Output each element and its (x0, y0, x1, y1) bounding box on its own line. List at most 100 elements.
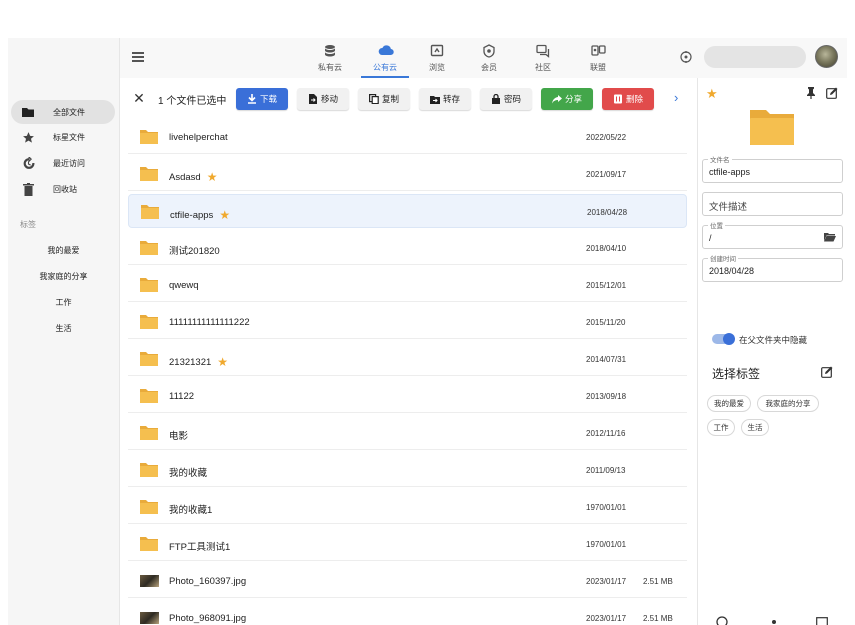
file-row[interactable]: 我的收藏1 1970/01/01 (128, 490, 687, 524)
sidebar-item-starred[interactable]: 标星文件 (11, 125, 115, 149)
tag-chip[interactable]: 生活 (741, 419, 769, 436)
filename-field[interactable]: 文件名 ctfile-apps (702, 154, 843, 183)
browse-icon (430, 44, 444, 58)
sidebar-item-recent[interactable]: 最近访问 (11, 151, 115, 175)
file-row[interactable]: 21321321 ★ 2014/07/31 (128, 342, 687, 376)
comment-icon[interactable] (816, 617, 828, 625)
chevron-right-icon[interactable]: › (674, 91, 684, 104)
file-date: 2021/09/17 (586, 170, 627, 179)
share-icon (551, 95, 562, 104)
folder-icon (21, 105, 35, 119)
sidebar-item-label: 最近访问 (53, 159, 85, 168)
folder-icon (140, 351, 158, 366)
description-field[interactable]: 文件描述 (702, 192, 843, 216)
file-row[interactable]: Asdasd ★ 2021/09/17 (128, 157, 687, 191)
tab-membership[interactable]: 会员 (469, 42, 509, 78)
file-row[interactable]: 我的收藏 2011/09/13 (128, 453, 687, 487)
copy-button[interactable]: 复制 (358, 88, 410, 110)
sync-icon[interactable] (679, 50, 693, 64)
file-date: 2014/07/31 (586, 355, 627, 364)
close-icon[interactable]: ✕ (132, 91, 146, 105)
tab-browse[interactable]: 浏览 (417, 42, 457, 78)
cloud-icon (378, 44, 394, 58)
file-name: 11111111111111222 (169, 317, 250, 328)
file-row[interactable]: Photo_160397.jpg 2023/01/17 2.51 MB (128, 564, 687, 598)
file-date: 2018/04/10 (586, 244, 627, 253)
file-row[interactable]: Photo_968091.jpg 2023/01/17 2.51 MB (128, 601, 687, 625)
file-name-text: livehelperchat (169, 132, 228, 143)
download-icon (247, 94, 256, 104)
tag-chip[interactable]: 我家庭的分享 (757, 395, 819, 412)
file-row[interactable]: livehelperchat 2022/05/22 (128, 120, 687, 154)
file-name: Asdasd ★ (169, 169, 218, 184)
database-icon (323, 44, 337, 58)
star-icon: ★ (206, 170, 218, 184)
file-row[interactable]: qwewq 2015/12/01 (128, 268, 687, 302)
delete-button[interactable]: 删除 (602, 88, 654, 110)
file-date: 2011/09/13 (586, 466, 626, 475)
file-row[interactable]: 11122 2013/09/18 (128, 379, 687, 413)
password-button[interactable]: 密码 (480, 88, 532, 110)
sidebar-item-all-files[interactable]: 全部文件 (11, 100, 115, 124)
sidebar-tag[interactable]: 我的最爱 (8, 245, 119, 256)
lock-icon (491, 94, 500, 104)
folder-icon (140, 129, 158, 144)
menu-icon[interactable] (132, 52, 144, 62)
folder-preview-icon (749, 108, 795, 146)
file-date: 1970/01/01 (586, 503, 627, 512)
tab-label: 私有云 (318, 63, 342, 72)
tab-community[interactable]: 社区 (523, 42, 563, 78)
copy-icon (368, 94, 379, 104)
avatar[interactable] (815, 45, 838, 68)
sidebar-item-label: 回收站 (53, 185, 77, 194)
tab-alliance[interactable]: 联盟 (578, 42, 618, 78)
tag-chip[interactable]: 工作 (707, 419, 735, 436)
sidebar-tag[interactable]: 工作 (8, 297, 119, 308)
file-name: 电影 (169, 428, 188, 442)
edit-tags-icon[interactable] (821, 366, 833, 378)
dot-icon[interactable] (771, 619, 777, 625)
button-label: 下载 (259, 94, 277, 104)
file-name-text: FTP工具测试1 (169, 542, 231, 553)
hide-in-parent-toggle[interactable] (712, 333, 735, 345)
file-name-text: Asdasd (169, 172, 201, 183)
info-icon[interactable] (716, 616, 728, 625)
file-row[interactable]: ctfile-apps ★ 2018/04/28 (128, 194, 687, 228)
pin-icon[interactable] (806, 87, 816, 99)
main-content: 私有云 公有云 浏览 会员 社区 联盟 ✕ 1 个文件已选中 下载 移动 复制 … (119, 38, 847, 625)
sidebar-tag[interactable]: 生活 (8, 323, 119, 334)
tab-label: 会员 (481, 63, 497, 72)
file-row[interactable]: FTP工具测试1 1970/01/01 (128, 527, 687, 561)
file-row[interactable]: 11111111111111222 2015/11/20 (128, 305, 687, 339)
search-input[interactable] (704, 46, 806, 68)
tab-public-cloud[interactable]: 公有云 (361, 42, 409, 78)
share-button[interactable]: 分享 (541, 88, 593, 110)
created-date-value: 2018/04/28 (709, 266, 755, 276)
location-field[interactable]: 位置 / (702, 220, 843, 249)
download-button[interactable]: 下载 (236, 88, 288, 110)
tab-private-cloud[interactable]: 私有云 (310, 42, 350, 78)
sidebar-item-trash[interactable]: 回收站 (11, 177, 115, 201)
file-name-text: 我的收藏 (169, 468, 208, 479)
file-name: ctfile-apps ★ (170, 207, 231, 222)
file-date: 2018/04/28 (587, 208, 628, 217)
file-date: 2015/11/20 (586, 318, 626, 327)
file-row[interactable]: 测试201820 2018/04/10 (128, 231, 687, 265)
file-date: 2012/11/16 (586, 429, 626, 438)
star-icon: ★ (219, 208, 231, 222)
edit-icon[interactable] (826, 87, 838, 99)
star-icon[interactable]: ★ (706, 86, 718, 102)
sidebar-tag[interactable]: 我家庭的分享 (8, 271, 119, 282)
file-name: 我的收藏1 (169, 502, 212, 516)
move-button[interactable]: 移动 (297, 88, 349, 110)
button-label: 转存 (442, 94, 460, 104)
folder-open-icon[interactable] (824, 232, 836, 243)
save-to-button[interactable]: 转存 (419, 88, 471, 110)
button-label: 分享 (564, 94, 582, 104)
select-tags-title: 选择标签 (712, 367, 761, 381)
file-name-text: Photo_160397.jpg (169, 576, 247, 587)
created-date-field[interactable]: 创建时间 2018/04/28 (702, 253, 843, 282)
tag-chip[interactable]: 我的最爱 (707, 395, 751, 412)
file-row[interactable]: 电影 2012/11/16 (128, 416, 687, 450)
file-date: 2015/12/01 (586, 281, 627, 290)
